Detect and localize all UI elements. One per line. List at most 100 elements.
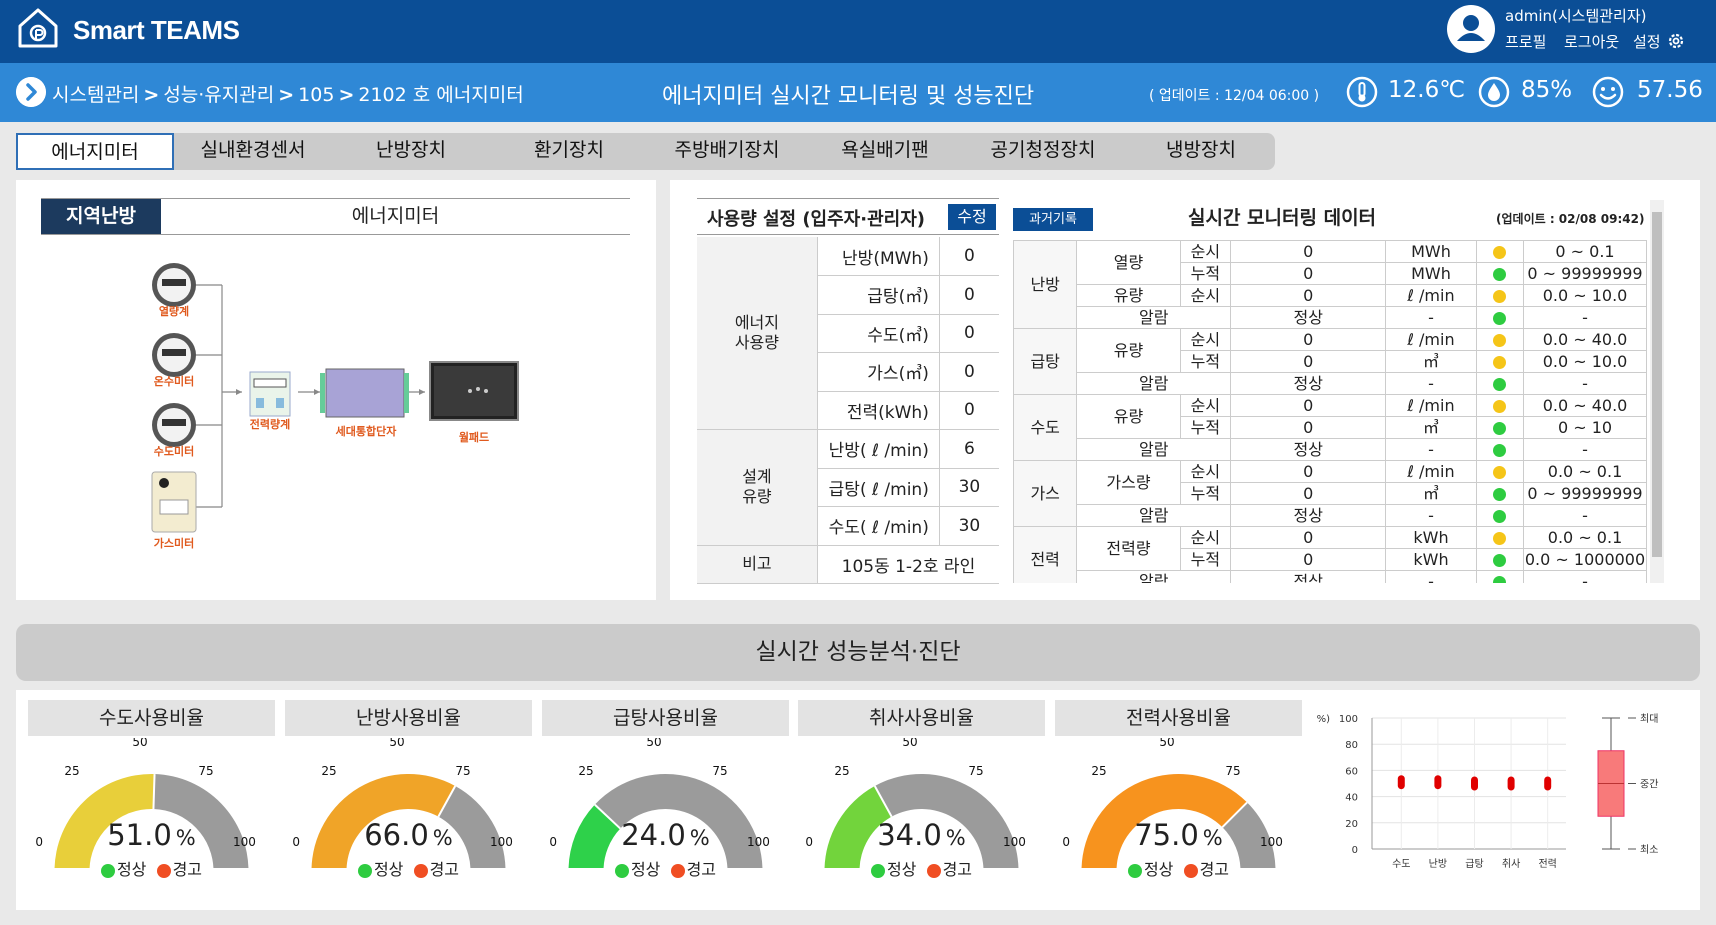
unit-cell: ㎥ xyxy=(1385,482,1477,505)
breadcrumb-item[interactable]: 시스템관리 xyxy=(52,84,139,106)
tab-kitchen-exhaust[interactable]: 주방배기장치 xyxy=(648,133,806,170)
status-dot-icon xyxy=(1493,421,1507,435)
monitoring-scrollbar[interactable] xyxy=(1650,200,1664,583)
type-cell: 순시 xyxy=(1179,240,1232,263)
remark-value[interactable]: 105동 1-2호 라인 xyxy=(817,545,999,584)
settings-link[interactable]: 설정 xyxy=(1633,31,1661,52)
gauge-card: 전력사용비율 0 25 50 75 100 75.0% 정상 경고 xyxy=(1055,700,1302,900)
gauge-tick-label: 25 xyxy=(64,764,79,778)
legend-warn-label: 경고 xyxy=(942,860,973,879)
warn-dot-icon xyxy=(1183,863,1198,878)
range-cell: 0 ~ 99999999 xyxy=(1523,482,1647,505)
value-cell: 0 xyxy=(1230,240,1387,263)
power-meter-icon: 전력량계 xyxy=(249,371,291,431)
legend-ok-label: 정상 xyxy=(373,860,404,879)
tab-indoor-sensor[interactable]: 실내환경센서 xyxy=(174,133,332,170)
gauge-value: 66.0% xyxy=(285,818,532,852)
row-value[interactable]: 0 xyxy=(939,314,999,353)
gauge-title: 급탕사용비율 xyxy=(542,700,789,736)
tab-heating[interactable]: 난방장치 xyxy=(332,133,490,170)
gauge-legend: 정상 경고 xyxy=(1055,856,1302,880)
y-tick-label: 0 xyxy=(1352,845,1358,856)
user-avatar[interactable] xyxy=(1447,5,1495,53)
edit-button[interactable]: 수정 xyxy=(948,204,996,230)
chevron-right-icon[interactable] xyxy=(16,77,46,107)
type-cell: 순시 xyxy=(1179,328,1232,351)
range-cell: 0.0 ~ 1000000 xyxy=(1523,548,1647,571)
history-button[interactable]: 과거기록 xyxy=(1013,208,1093,231)
x-tick-label: 전력 xyxy=(1538,858,1556,870)
status-dot-icon xyxy=(1493,245,1507,259)
y-axis-unit: (%) xyxy=(1316,714,1330,725)
tab-cooling[interactable]: 냉방장치 xyxy=(1122,133,1280,170)
range-cell: 0.0 ~ 0.1 xyxy=(1523,526,1647,549)
value-cell: 0 xyxy=(1230,394,1387,417)
tab-energy-meter[interactable]: 에너지미터 xyxy=(16,133,174,170)
status-dot-icon xyxy=(1493,267,1507,281)
category-cell: 가스 xyxy=(1013,460,1078,527)
y-tick-label: 60 xyxy=(1345,766,1358,777)
table-row: 설계 유량 난방( ℓ /min) 6 xyxy=(697,429,999,546)
profile-link[interactable]: 프로필 xyxy=(1505,31,1546,52)
gauge-legend: 정상 경고 xyxy=(285,856,532,880)
row-value[interactable]: 6 xyxy=(939,429,999,469)
ok-dot-icon xyxy=(100,863,115,878)
unit-cell: ㎥ xyxy=(1385,350,1477,373)
item-cell: 가스량 xyxy=(1076,460,1181,505)
gauge-legend: 정상 경고 xyxy=(798,856,1045,880)
gauge-value-unit: % xyxy=(175,826,196,850)
row-value[interactable]: 0 xyxy=(939,275,999,315)
row-value[interactable]: 30 xyxy=(939,468,999,507)
gauge-value: 34.0% xyxy=(798,818,1045,852)
row-value[interactable]: 0 xyxy=(939,391,999,430)
legend-warn-label: 경고 xyxy=(429,860,460,879)
user-name: admin(시스템관리자) xyxy=(1505,7,1647,25)
logout-link[interactable]: 로그아웃 xyxy=(1564,31,1619,52)
item-cell: 유량 xyxy=(1076,394,1181,439)
meter-label: 온수미터 xyxy=(154,374,194,388)
value-cell: 0 xyxy=(1230,548,1387,571)
gauge-tick-label: 75 xyxy=(712,764,727,778)
page-title: 에너지미터 실시간 모니터링 및 성능진단 xyxy=(662,84,1035,109)
tab-ventilation[interactable]: 환기장치 xyxy=(490,133,648,170)
table-row: 알람 정상 - - xyxy=(1014,570,1647,583)
gauge-value-unit: % xyxy=(945,826,966,850)
breadcrumb-item[interactable]: 성능·유지관리 xyxy=(163,84,274,106)
row-value[interactable]: 0 xyxy=(939,352,999,392)
breadcrumb-item[interactable]: 105 xyxy=(298,84,334,106)
monitoring-table: 난방 열량 순시 0 MWh 0 ~ 0.1 누적 0 MWh 0 ~ 99999999 유량 순시 0… xyxy=(1013,240,1647,583)
gauge-value: 24.0% xyxy=(542,818,789,852)
gauge-card: 취사사용비율 0 25 50 75 100 34.0% 정상 경고 xyxy=(798,700,1045,900)
row-value[interactable]: 0 xyxy=(939,237,999,276)
group-label-text: 에너지 사용량 xyxy=(734,313,779,352)
unit-cell: - xyxy=(1385,504,1477,527)
gauge-tick-label: 75 xyxy=(968,764,983,778)
home-logo-icon[interactable] xyxy=(16,6,60,50)
x-tick-label: 급탕 xyxy=(1465,858,1483,870)
meter-label: 세대통합단자 xyxy=(336,424,398,438)
tab-bath-fan[interactable]: 욕실배기팬 xyxy=(806,133,964,170)
table-row: 에너지 사용량 난방(MWh) 0 xyxy=(697,237,999,430)
type-cell: 누적 xyxy=(1179,416,1232,439)
tab-air-purifier[interactable]: 공기청정장치 xyxy=(964,133,1122,170)
row-value[interactable]: 30 xyxy=(939,506,999,546)
gauge-value-number: 51.0 xyxy=(107,818,172,852)
monitoring-table-scroll[interactable]: 난방 열량 순시 0 MWh 0 ~ 0.1 누적 0 MWh 0 ~ 99999999 유량 순시 0… xyxy=(1013,240,1647,583)
gear-icon[interactable] xyxy=(1666,31,1686,51)
status-cell xyxy=(1475,394,1525,417)
meter-label: 전력량계 xyxy=(250,417,290,431)
ok-dot-icon xyxy=(357,863,372,878)
meter-connection-diagram: 열량계 온수미터 수도미터 가스미터 전력량계 세대통합단자 월패드 xyxy=(151,263,519,550)
remark-label: 비고 xyxy=(697,545,818,584)
gauge-tick-label: 75 xyxy=(455,764,470,778)
status-cell xyxy=(1475,328,1525,351)
value-cell: 0 xyxy=(1230,482,1387,505)
legend-warn-label: 경고 xyxy=(686,860,717,879)
item-cell: 알람 xyxy=(1076,504,1232,527)
hot-water-meter-icon: 온수미터 xyxy=(152,333,196,388)
status-dot-icon xyxy=(1493,509,1507,523)
unit-cell: kWh xyxy=(1385,526,1477,549)
monitoring-title: 실시간 모니터링 데이터 xyxy=(1188,207,1377,229)
status-dot-icon xyxy=(1493,289,1507,303)
scrollbar-thumb[interactable] xyxy=(1652,212,1662,557)
